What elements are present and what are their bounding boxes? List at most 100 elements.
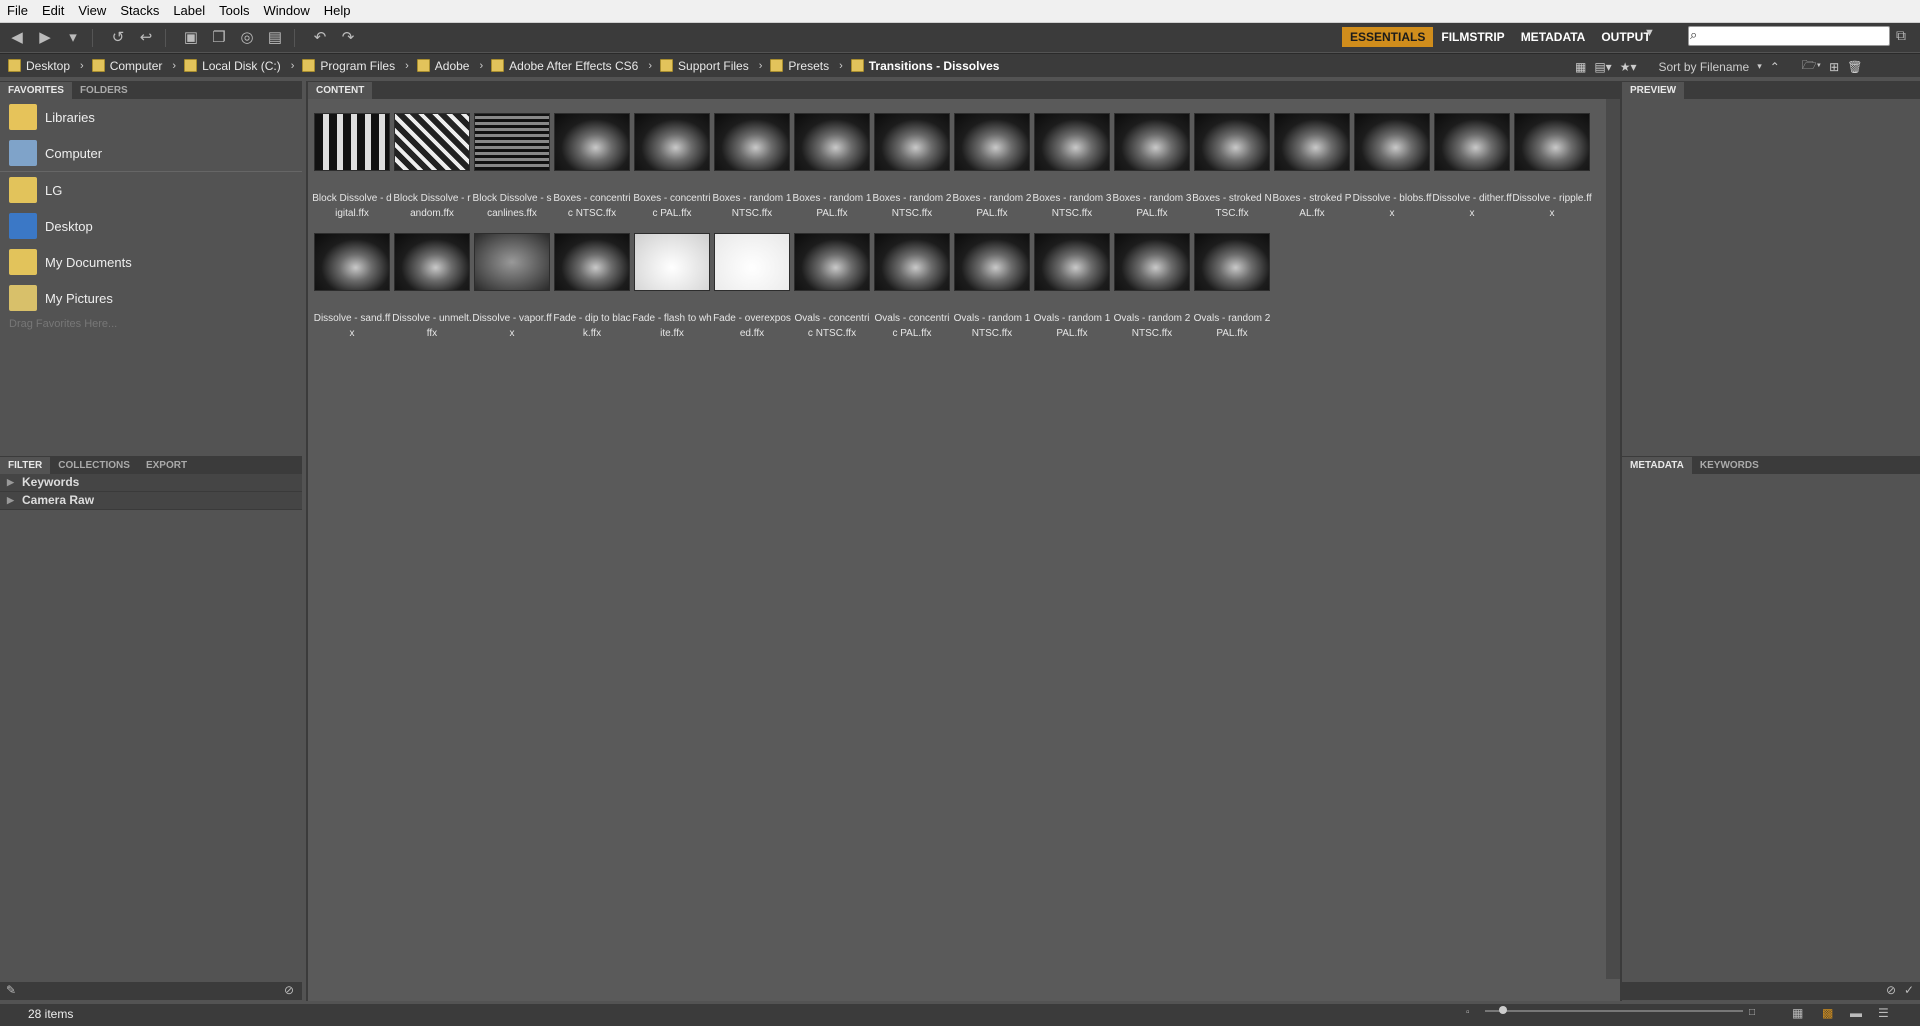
thumbnail-item[interactable]: Ovals - concentric PAL.ffx [872, 233, 952, 341]
view-details-icon[interactable]: ▬ [1850, 1006, 1862, 1020]
chevron-right-icon[interactable]: › [291, 60, 295, 72]
rotate-right-icon[interactable]: ↷ [337, 28, 359, 48]
thumbnail-item[interactable]: Boxes - concentric PAL.ffx [632, 113, 712, 221]
search-input[interactable] [1688, 26, 1890, 46]
slider-thumb[interactable] [1499, 1006, 1507, 1014]
workspace-metadata[interactable]: METADATA [1513, 27, 1594, 47]
thumbnail-item[interactable]: Boxes - random 3 NTSC.ffx [1032, 113, 1112, 221]
menu-help[interactable]: Help [317, 0, 358, 22]
menu-stacks[interactable]: Stacks [113, 0, 166, 22]
thumbnail-item[interactable]: Boxes - random 2 NTSC.ffx [872, 113, 952, 221]
workspace-dropdown-icon[interactable]: ▼ [1644, 27, 1655, 39]
thumbnail-item[interactable]: Dissolve - blobs.ffx [1352, 113, 1432, 221]
open-recent-icon[interactable]: 🗁▾ [1802, 56, 1821, 77]
thumbnail-image[interactable] [474, 113, 550, 171]
thumbnail-image[interactable] [874, 113, 950, 171]
back-icon[interactable]: ◀ [6, 28, 28, 48]
thumbnail-image[interactable] [1194, 233, 1270, 291]
thumbnail-image[interactable] [634, 233, 710, 291]
sort-label[interactable]: Sort by Filename [1659, 60, 1750, 74]
breadcrumb-item[interactable]: Local Disk (C:) › [184, 59, 294, 73]
menu-view[interactable]: View [71, 0, 113, 22]
tab-folders[interactable]: FOLDERS [72, 82, 136, 99]
small-thumb-icon[interactable]: ▫ [1466, 1007, 1470, 1018]
favorite-item[interactable]: Desktop [0, 208, 302, 244]
expand-triangle-icon[interactable]: ▶ [7, 474, 14, 491]
breadcrumb-item[interactable]: Presets › [770, 59, 843, 73]
thumbnail-image[interactable] [1034, 233, 1110, 291]
thumbnail-item[interactable]: Block Dissolve - scanlines.ffx [472, 113, 552, 221]
thumbnail-item[interactable]: Dissolve - sand.ffx [312, 233, 392, 341]
thumbnail-item[interactable]: Block Dissolve - random.ffx [392, 113, 472, 221]
boomerang-icon[interactable]: ↩ [135, 28, 157, 48]
new-folder-icon[interactable]: ⊞ [1829, 60, 1839, 74]
thumbnail-item[interactable]: Fade - dip to black.ffx [552, 233, 632, 341]
thumbnail-image[interactable] [1034, 113, 1110, 171]
filter-row[interactable]: ▶ Camera Raw [0, 492, 302, 510]
tab-collections[interactable]: COLLECTIONS [50, 457, 138, 474]
thumbnail-image[interactable] [1114, 113, 1190, 171]
sort-dropdown-icon[interactable]: ▾ [1757, 61, 1762, 72]
thumbnail-item[interactable]: Ovals - concentric NTSC.ffx [792, 233, 872, 341]
thumbnail-image[interactable] [394, 113, 470, 171]
compact-mode-icon[interactable]: ⧉ [1896, 27, 1906, 44]
workspace-filmstrip[interactable]: FILMSTRIP [1433, 27, 1512, 47]
thumbnail-item[interactable]: Dissolve - vapor.ffx [472, 233, 552, 341]
thumbnail-image[interactable] [474, 233, 550, 291]
chevron-right-icon[interactable]: › [479, 60, 483, 72]
thumbnail-image[interactable] [394, 233, 470, 291]
breadcrumb-item[interactable]: Desktop › [8, 59, 84, 73]
thumbnail-item[interactable]: Ovals - random 1 NTSC.ffx [952, 233, 1032, 341]
thumbnail-item[interactable]: Boxes - stroked NTSC.ffx [1192, 113, 1272, 221]
grid-lock-icon[interactable]: ▦ [1792, 1006, 1803, 1020]
camera-icon[interactable]: ▣ [180, 28, 202, 48]
breadcrumb-item[interactable]: Transitions - Dissolves [850, 59, 999, 73]
breadcrumb-item[interactable]: Adobe › [416, 59, 483, 73]
thumbnail-item[interactable]: Dissolve - dither.ffx [1432, 113, 1512, 221]
thumbnail-image[interactable] [794, 113, 870, 171]
menu-label[interactable]: Label [166, 0, 212, 22]
thumbnail-image[interactable] [714, 233, 790, 291]
menu-edit[interactable]: Edit [35, 0, 71, 22]
thumbnail-item[interactable]: Boxes - stroked PAL.ffx [1272, 113, 1352, 221]
thumbnail-item[interactable]: Boxes - random 3 PAL.ffx [1112, 113, 1192, 221]
thumbnail-image[interactable] [634, 113, 710, 171]
tab-favorites[interactable]: FAVORITES [0, 82, 72, 99]
view-icon[interactable]: ▤▾ [1594, 60, 1611, 74]
thumbnail-item[interactable]: Ovals - random 2 PAL.ffx [1192, 233, 1272, 341]
delete-icon[interactable]: 🗑 [1847, 60, 1862, 74]
cancel-icon[interactable]: ⊘ [1886, 983, 1896, 997]
breadcrumb-item[interactable]: Computer › [91, 59, 176, 73]
chevron-right-icon[interactable]: › [839, 60, 843, 72]
expand-triangle-icon[interactable]: ▶ [7, 492, 14, 509]
chevron-right-icon[interactable]: › [80, 60, 84, 72]
rotate-left-icon[interactable]: ↶ [309, 28, 331, 48]
thumbnail-item[interactable]: Boxes - concentric NTSC.ffx [552, 113, 632, 221]
star-filter-icon[interactable]: ★▾ [1620, 60, 1637, 74]
tab-export[interactable]: EXPORT [138, 457, 195, 474]
thumbnail-image[interactable] [954, 113, 1030, 171]
open-with-icon[interactable]: ▤ [264, 28, 286, 48]
favorite-item[interactable]: My Documents [0, 244, 302, 280]
menu-tools[interactable]: Tools [212, 0, 256, 22]
tab-preview[interactable]: PREVIEW [1622, 82, 1685, 99]
thumbnail-item[interactable]: Fade - flash to white.ffx [632, 233, 712, 341]
chevron-right-icon[interactable]: › [172, 60, 176, 72]
favorite-item[interactable]: LG [0, 171, 302, 208]
thumbnail-image[interactable] [1434, 113, 1510, 171]
chevron-right-icon[interactable]: › [759, 60, 763, 72]
thumbnail-item[interactable]: Boxes - random 2 PAL.ffx [952, 113, 1032, 221]
thumbnail-image[interactable] [714, 113, 790, 171]
recent-icon[interactable]: ↺ [107, 28, 129, 48]
thumbnail-item[interactable]: Ovals - random 2 NTSC.ffx [1112, 233, 1192, 341]
thumbnail-item[interactable]: Dissolve - ripple.ffx [1512, 113, 1592, 221]
forward-icon[interactable]: ▶ [34, 28, 56, 48]
large-thumb-icon[interactable]: □ [1749, 1007, 1755, 1018]
quality-icon[interactable]: ▦ [1575, 60, 1586, 74]
apply-icon[interactable]: ✓ [1904, 983, 1914, 997]
clear-filter-icon[interactable]: ⊘ [284, 983, 294, 997]
search-icon[interactable]: ⌕ [1690, 26, 1697, 44]
thumbnail-image[interactable] [954, 233, 1030, 291]
refine-icon[interactable]: ❐ [208, 28, 230, 48]
sort-direction-icon[interactable]: ⌃ [1770, 60, 1780, 74]
